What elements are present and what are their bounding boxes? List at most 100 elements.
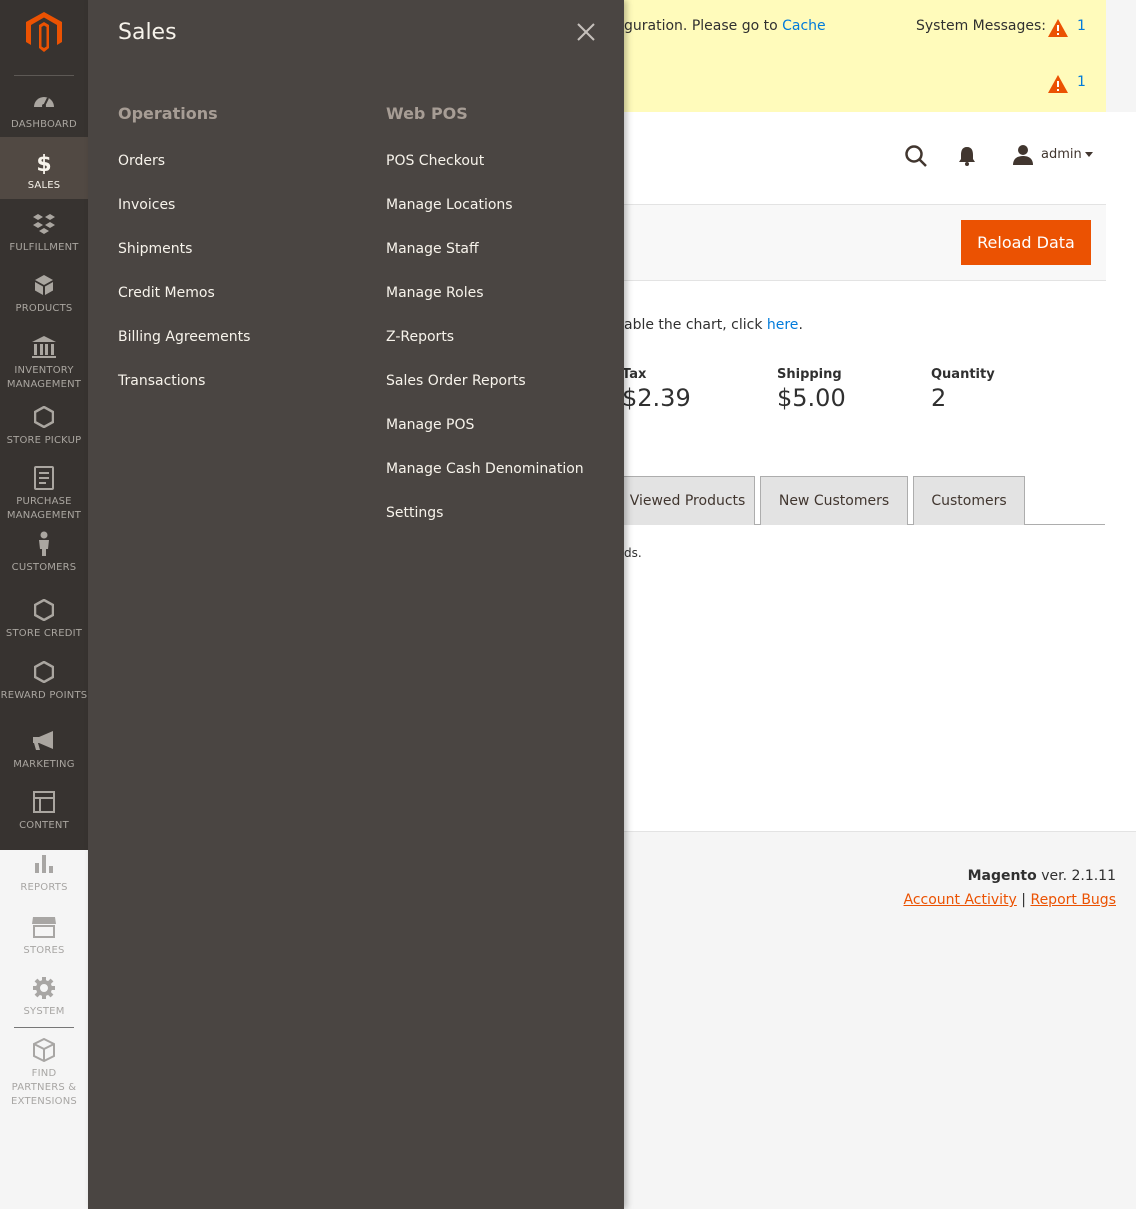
admin-user-name[interactable]: admin — [1041, 147, 1082, 162]
nav-content[interactable]: Content — [0, 789, 88, 833]
chart-note-end: . — [798, 317, 803, 333]
chevron-down-icon[interactable] — [1084, 152, 1094, 158]
nav-reports[interactable]: Reports — [0, 851, 88, 895]
menu-link-shipments[interactable]: Shipments — [118, 240, 250, 284]
stat-label: Quantity — [931, 367, 995, 382]
menu-link-manage-roles[interactable]: Manage Roles — [386, 284, 584, 328]
nav-inventory[interactable]: Inventory Management — [0, 334, 88, 392]
tab-new-customers[interactable]: New Customers — [760, 476, 908, 525]
nav-label: Content — [19, 820, 69, 831]
column-heading: Web POS — [386, 104, 468, 123]
reload-data-button[interactable]: Reload Data — [961, 220, 1091, 265]
stat-quantity: Quantity 2 — [931, 367, 995, 412]
bar-chart-icon — [31, 851, 57, 877]
nav-label: Stores — [23, 945, 65, 956]
page-footer: Magento ver. 2.1.11 Account Activity | R… — [624, 831, 1136, 1209]
menu-link-invoices[interactable]: Invoices — [118, 196, 250, 240]
menu-link-credit-memos[interactable]: Credit Memos — [118, 284, 250, 328]
report-bugs-link[interactable]: Report Bugs — [1030, 892, 1116, 908]
document-icon — [31, 465, 57, 491]
nav-divider — [14, 1027, 74, 1028]
megaphone-icon — [31, 728, 57, 754]
hexagon-icon — [31, 659, 57, 685]
system-messages-label: System Messages: — [916, 18, 1047, 34]
warning-icon[interactable] — [1047, 18, 1069, 38]
user-icon[interactable] — [1012, 144, 1034, 166]
menu-link-sales-order-reports[interactable]: Sales Order Reports — [386, 372, 584, 416]
operations-column: Operations Orders Invoices Shipments Cre… — [118, 104, 250, 416]
footer-separator: | — [1016, 892, 1031, 908]
system-messages-bar: guration. Please go to Cache System Mess… — [624, 0, 1106, 112]
flyout-title: Sales — [118, 20, 177, 45]
boxes-icon — [31, 211, 57, 237]
menu-link-manage-cash-denomination[interactable]: Manage Cash Denomination — [386, 460, 584, 504]
person-icon — [31, 531, 57, 557]
sales-menu-flyout: Sales Operations Orders Invoices Shipmen… — [88, 0, 624, 1209]
nav-products[interactable]: Products — [0, 272, 88, 316]
menu-link-manage-staff[interactable]: Manage Staff — [386, 240, 584, 284]
account-activity-link[interactable]: Account Activity — [904, 892, 1017, 908]
nav-reward-points[interactable]: Reward Points — [0, 659, 88, 703]
menu-link-orders[interactable]: Orders — [118, 152, 250, 196]
nav-marketing[interactable]: Marketing — [0, 728, 88, 772]
page-actions-bar: Reload Data — [624, 205, 1106, 281]
message-count[interactable]: 1 — [1077, 74, 1086, 90]
tab-customers[interactable]: Customers — [913, 476, 1025, 525]
nav-stores[interactable]: Stores — [0, 914, 88, 958]
content-margin — [1106, 112, 1136, 831]
nav-label: Marketing — [13, 759, 75, 770]
close-icon[interactable] — [572, 18, 600, 46]
nav-label: Find Partners & Extensions — [11, 1068, 77, 1107]
menu-link-pos-checkout[interactable]: POS Checkout — [386, 152, 584, 196]
nav-dashboard[interactable]: Dashboard — [0, 88, 88, 136]
menu-link-manage-pos[interactable]: Manage POS — [386, 416, 584, 460]
nav-label: Inventory Management — [6, 365, 82, 390]
nav-purchase[interactable]: Purchase Management — [0, 465, 88, 523]
nav-partners[interactable]: Find Partners & Extensions — [0, 1037, 88, 1109]
dashboard-tabs: Viewed Products New Customers Customers — [620, 476, 1105, 525]
menu-link-settings[interactable]: Settings — [386, 504, 584, 548]
nav-sales[interactable]: $ Sales — [0, 137, 88, 199]
page-header: admin — [624, 112, 1106, 204]
magento-logo-icon[interactable] — [26, 12, 62, 52]
search-icon[interactable] — [904, 144, 928, 168]
nav-customers[interactable]: Customers — [0, 531, 88, 575]
nav-label: Sales — [27, 180, 61, 191]
version-text: ver. 2.1.11 — [1036, 868, 1116, 884]
version-info: Magento ver. 2.1.11 — [968, 868, 1116, 884]
nav-store-pickup[interactable]: Store Pickup — [0, 404, 88, 448]
nav-label: Store Credit — [5, 628, 83, 639]
web-pos-column: Web POS POS Checkout Manage Locations Ma… — [386, 104, 584, 548]
nav-label: Store Pickup — [6, 435, 82, 446]
svg-text:$: $ — [36, 152, 51, 174]
chart-note-text: able the chart, click — [624, 317, 767, 333]
menu-link-z-reports[interactable]: Z-Reports — [386, 328, 584, 372]
menu-link-transactions[interactable]: Transactions — [118, 372, 250, 416]
nav-system[interactable]: System — [0, 975, 88, 1019]
message-count[interactable]: 1 — [1077, 18, 1086, 34]
nav-label: Products — [15, 303, 73, 314]
warning-icon[interactable] — [1047, 74, 1069, 94]
menu-link-billing-agreements[interactable]: Billing Agreements — [118, 328, 250, 372]
nav-label: Reward Points — [0, 690, 88, 701]
tab-viewed-products[interactable]: Viewed Products — [620, 476, 755, 525]
gear-icon — [31, 975, 57, 1001]
stat-value: $5.00 — [777, 384, 846, 412]
cache-link[interactable]: Cache — [782, 18, 826, 34]
footer-links: Account Activity | Report Bugs — [904, 892, 1117, 908]
menu-link-manage-locations[interactable]: Manage Locations — [386, 196, 584, 240]
message-text: guration. Please go to — [624, 18, 783, 34]
logo-divider — [14, 75, 74, 76]
storefront-icon — [31, 914, 57, 940]
bell-icon[interactable] — [957, 145, 977, 167]
layout-icon — [31, 789, 57, 815]
nav-store-credit[interactable]: Store Credit — [0, 597, 88, 641]
warehouse-icon — [31, 334, 57, 360]
stat-tax: Tax $2.39 — [622, 367, 691, 412]
no-records-text: ds. — [624, 546, 642, 560]
stat-shipping: Shipping $5.00 — [777, 367, 846, 412]
stat-value: 2 — [931, 384, 947, 412]
enable-chart-link[interactable]: here — [767, 317, 799, 333]
system-message-text: guration. Please go to Cache — [624, 18, 826, 34]
nav-fulfillment[interactable]: Fulfillment — [0, 211, 88, 255]
